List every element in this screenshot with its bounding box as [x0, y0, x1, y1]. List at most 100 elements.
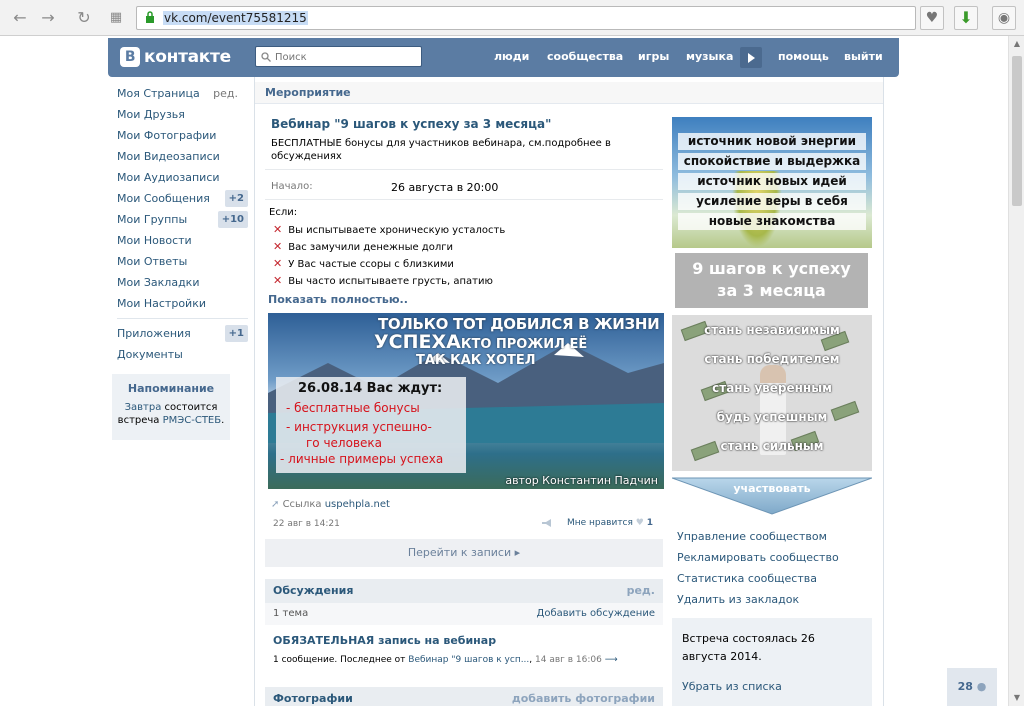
participate-button[interactable]: участвовать [671, 476, 873, 516]
cross-icon: ✕ [273, 240, 283, 253]
ad-line: новые знакомства [678, 213, 866, 230]
like-button[interactable]: Мне нравится ♥ 1 [567, 518, 653, 528]
condition-item: ✕ Вас замучили денежные долги [273, 240, 453, 253]
banner-item: - бесплатные бонусы [286, 401, 420, 415]
menu-messages[interactable]: Мои Сообщения +2 [110, 188, 250, 209]
menu-news[interactable]: Мои Новости [110, 230, 250, 251]
nav-music[interactable]: музыка [686, 50, 733, 63]
messages-badge[interactable]: +2 [224, 190, 248, 207]
online-count: 28 [957, 680, 973, 693]
reminder-when[interactable]: Завтра [125, 402, 162, 413]
menu-label: Мои Ответы [117, 255, 188, 268]
community-stats-link[interactable]: Статистика сообщества [677, 568, 839, 589]
scroll-up-icon[interactable]: ▲ [1009, 36, 1024, 52]
discussions-edit[interactable]: ред. [627, 579, 655, 603]
event-title: Вебинар "9 шагов к успеху за 3 месяца" [271, 117, 552, 131]
event-status-box: Встреча состоялась 26 августа 2014. Убра… [672, 618, 872, 706]
scroll-down-icon[interactable]: ▼ [1009, 690, 1024, 706]
reminder-text: Завтра состоится встреча РМЭС-СТЕБ. [112, 401, 230, 427]
nav-people[interactable]: люди [494, 50, 529, 63]
community-actions: Управление сообществом Рекламировать соо… [677, 526, 839, 610]
extension-icon[interactable]: ◉ [992, 6, 1016, 30]
menu-label: Моя Страница [117, 87, 200, 100]
ad-line: источник новой энергии [678, 133, 866, 150]
apps-badge[interactable]: +1 [224, 325, 248, 342]
page-scrollbar[interactable]: ▲ ▼ [1008, 36, 1024, 706]
heart-icon: ♥ [635, 518, 644, 528]
edit-link[interactable]: ред. [213, 83, 238, 104]
condition-item: ✕ У Вас частые ссоры с близкими [273, 257, 454, 270]
ad-line: стань победителем [704, 352, 840, 366]
post-date[interactable]: 22 авг в 14:21 [273, 519, 340, 529]
ad-line: усиление веры в себя [678, 193, 866, 210]
apps-grid-icon[interactable]: ▦ [106, 8, 126, 28]
menu-audio[interactable]: Мои Аудиозаписи [110, 167, 250, 188]
event-banner-image[interactable]: ТОЛЬКО ТОТ ДОБИЛСЯ В ЖИЗНИ УСПЕХАКТО ПРО… [268, 313, 664, 489]
logo-letter: В [120, 47, 140, 67]
start-value: 26 августа в 20:00 [391, 181, 499, 194]
nav-games[interactable]: игры [638, 50, 669, 63]
photos-header[interactable]: Фотографии добавить фотографии [265, 687, 663, 706]
discussions-header[interactable]: Обсуждения ред. [265, 579, 663, 603]
topic-title[interactable]: ОБЯЗАТЕЛЬНАЯ запись на вебинар [273, 634, 496, 647]
groups-badge[interactable]: +10 [217, 211, 248, 228]
menu-apps[interactable]: Приложения +1 [110, 323, 250, 344]
banner-item: - инструкция успешно- [286, 420, 432, 434]
condition-text: Вы испытываете хроническую усталость [288, 225, 506, 236]
ad-line: стань сильным [720, 439, 824, 453]
menu-documents[interactable]: Документы [110, 344, 250, 365]
url-text[interactable]: vk.com/event75581215 [163, 11, 308, 25]
chevron-right-icon: ▸ [514, 546, 521, 559]
reload-icon[interactable]: ↻ [74, 8, 94, 28]
ad-banner-9-steps[interactable]: 9 шагов к успеху за 3 месяца [675, 253, 868, 308]
remove-bookmark-link[interactable]: Удалить из закладок [677, 589, 839, 610]
nav-logout[interactable]: выйти [844, 50, 883, 63]
online-friends-button[interactable]: 28 ● [947, 668, 997, 706]
menu-videos[interactable]: Мои Видеозаписи [110, 146, 250, 167]
topic-last-author-link[interactable]: Вебинар "9 шагов к усп... [408, 655, 529, 665]
go-to-post-button[interactable]: Перейти к записи ▸ [265, 539, 663, 567]
nav-help[interactable]: помощь [778, 50, 829, 63]
download-icon[interactable]: ⬇ [954, 6, 978, 30]
reminder-title: Напоминание [127, 382, 215, 395]
menu-label: Мои Фотографии [117, 129, 217, 142]
condition-item: ✕ Вы часто испытываете грусть, апатию [273, 274, 493, 287]
menu-answers[interactable]: Мои Ответы [110, 251, 250, 272]
ad-line: будь успешным [716, 410, 828, 424]
play-icon[interactable] [740, 47, 762, 68]
share-megaphone-icon[interactable] [541, 518, 553, 528]
arrow-right-icon[interactable]: ⟶ [605, 655, 618, 665]
menu-my-page[interactable]: Моя Страница ред. [110, 83, 250, 104]
banner-info-box: 26.08.14 Вас ждут: - бесплатные бонусы -… [276, 377, 466, 473]
vk-logo[interactable]: В контакте [120, 46, 231, 68]
forward-icon[interactable]: → [38, 8, 58, 28]
ad-banner-money[interactable]: стань независимым стань победителем стан… [672, 315, 872, 471]
bookmark-heart-icon[interactable]: ♥ [920, 6, 944, 30]
banner-line-2: УСПЕХАКТО ПРОЖИЛ ЕЁ [374, 331, 587, 353]
post-link-url[interactable]: uspehpla.net [325, 499, 390, 510]
nav-communities[interactable]: сообщества [547, 50, 623, 63]
show-more-link[interactable]: Показать полностью.. [268, 293, 408, 306]
ad-banner-energy[interactable]: источник новой энергии спокойствие и выд… [672, 117, 872, 248]
menu-settings[interactable]: Мои Настройки [110, 293, 250, 314]
back-icon[interactable]: ← [10, 8, 30, 28]
menu-friends[interactable]: Мои Друзья [110, 104, 250, 125]
banner-item: - личные примеры успеха [280, 452, 444, 466]
advertise-community-link[interactable]: Рекламировать сообщество [677, 547, 839, 568]
condition-item: ✕ Вы испытываете хроническую усталость [273, 223, 505, 236]
scrollbar-thumb[interactable] [1012, 56, 1022, 206]
search-box[interactable] [255, 46, 422, 67]
address-bar[interactable]: vk.com/event75581215 [136, 6, 916, 30]
add-discussion-link[interactable]: Добавить обсуждение [537, 603, 655, 625]
menu-photos[interactable]: Мои Фотографии [110, 125, 250, 146]
remove-from-list-link[interactable]: Убрать из списка [682, 678, 782, 696]
manage-community-link[interactable]: Управление сообществом [677, 526, 839, 547]
event-status-text: Встреча состоялась 26 августа 2014. [682, 632, 815, 663]
add-photos-link[interactable]: добавить фотографии [512, 687, 655, 706]
menu-bookmarks[interactable]: Мои Закладки [110, 272, 250, 293]
menu-groups[interactable]: Мои Группы +10 [110, 209, 250, 230]
search-input[interactable] [275, 49, 415, 65]
topic-meta-date: 14 авг в 16:06 [535, 655, 602, 665]
condition-text: У Вас частые ссоры с близкими [288, 259, 454, 270]
reminder-event-link[interactable]: РМЭС-СТЕБ [163, 415, 222, 426]
